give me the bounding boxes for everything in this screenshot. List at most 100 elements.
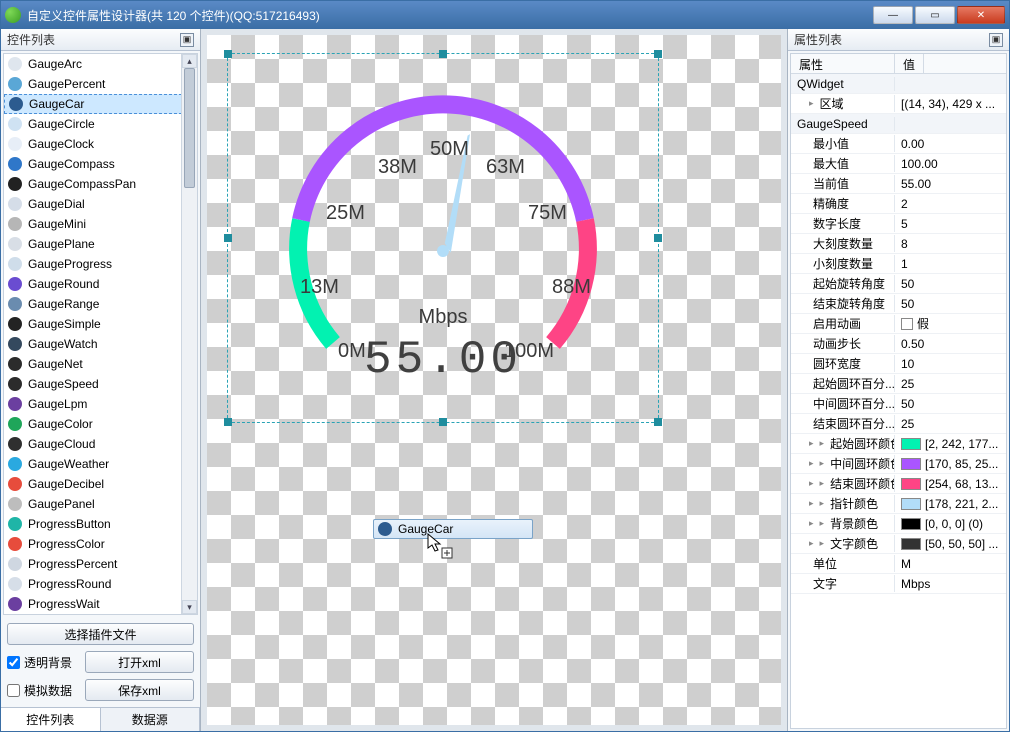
- widget-list[interactable]: GaugeArcGaugePercentGaugeCarGaugeCircleG…: [3, 53, 198, 615]
- list-item[interactable]: GaugeDecibel: [4, 474, 197, 494]
- list-item[interactable]: GaugeSpeed: [4, 374, 197, 394]
- list-item[interactable]: ProgressWait: [4, 594, 197, 614]
- property-row[interactable]: 结束旋转角度50: [791, 294, 1006, 314]
- property-row[interactable]: 启用动画假: [791, 314, 1006, 334]
- property-row[interactable]: 动画步长0.50: [791, 334, 1006, 354]
- maximize-button[interactable]: ▭: [915, 6, 955, 24]
- list-item[interactable]: GaugeCar: [4, 94, 197, 114]
- resize-handle[interactable]: [224, 50, 232, 58]
- section-gaugespeed[interactable]: GaugeSpeed: [791, 114, 1006, 134]
- property-value[interactable]: 2: [895, 197, 1006, 211]
- undock-icon[interactable]: ▣: [989, 33, 1003, 47]
- property-row[interactable]: ▸文字颜色[50, 50, 50] ...: [791, 534, 1006, 554]
- prop-region[interactable]: 区域 [(14, 34), 429 x ...: [791, 94, 1006, 114]
- property-row[interactable]: 当前值55.00: [791, 174, 1006, 194]
- resize-handle[interactable]: [439, 418, 447, 426]
- list-item[interactable]: GaugeMini: [4, 214, 197, 234]
- property-value[interactable]: 0.00: [895, 137, 1006, 151]
- property-row[interactable]: 精确度2: [791, 194, 1006, 214]
- list-item[interactable]: ProgressButton: [4, 514, 197, 534]
- property-value[interactable]: 55.00: [895, 177, 1006, 191]
- property-value[interactable]: 0.50: [895, 337, 1006, 351]
- property-row[interactable]: ▸起始圆环颜色[2, 242, 177...: [791, 434, 1006, 454]
- list-item[interactable]: GaugeProgress: [4, 254, 197, 274]
- property-value[interactable]: [178, 221, 2...: [895, 497, 1006, 511]
- list-item[interactable]: GaugeCircle: [4, 114, 197, 134]
- property-row[interactable]: ▸中间圆环颜色[170, 85, 25...: [791, 454, 1006, 474]
- property-grid[interactable]: 属性 值 QWidget 区域 [(14, 34), 429 x ... Gau…: [790, 53, 1007, 729]
- open-xml-button[interactable]: 打开xml: [85, 651, 194, 673]
- scroll-up-icon[interactable]: ▴: [182, 54, 197, 68]
- property-row[interactable]: 数字长度5: [791, 214, 1006, 234]
- scroll-thumb[interactable]: [184, 68, 195, 188]
- transparent-bg-checkbox[interactable]: 透明背景: [7, 654, 79, 671]
- property-row[interactable]: ▸背景颜色[0, 0, 0] (0): [791, 514, 1006, 534]
- property-row[interactable]: 单位M: [791, 554, 1006, 574]
- tab-datasource[interactable]: 数据源: [101, 708, 201, 731]
- list-item[interactable]: GaugePercent: [4, 74, 197, 94]
- list-item[interactable]: GaugeWatch: [4, 334, 197, 354]
- section-qwidget[interactable]: QWidget: [791, 74, 1006, 94]
- list-item[interactable]: ProgressPercent: [4, 554, 197, 574]
- property-value[interactable]: 假: [895, 315, 1006, 332]
- property-row[interactable]: 大刻度数量8: [791, 234, 1006, 254]
- list-item[interactable]: GaugeCloud: [4, 434, 197, 454]
- checkbox-icon[interactable]: [901, 318, 913, 330]
- list-item[interactable]: GaugePlane: [4, 234, 197, 254]
- property-value[interactable]: [2, 242, 177...: [895, 437, 1006, 451]
- list-item[interactable]: GaugeRound: [4, 274, 197, 294]
- close-button[interactable]: ✕: [957, 6, 1005, 24]
- save-xml-button[interactable]: 保存xml: [85, 679, 194, 701]
- list-item[interactable]: GaugeArc: [4, 54, 197, 74]
- property-row[interactable]: 最小值0.00: [791, 134, 1006, 154]
- list-item[interactable]: GaugeWeather: [4, 454, 197, 474]
- property-row[interactable]: 起始圆环百分...25: [791, 374, 1006, 394]
- list-item[interactable]: GaugeClock: [4, 134, 197, 154]
- property-row[interactable]: 圆环宽度10: [791, 354, 1006, 374]
- list-item[interactable]: GaugeColor: [4, 414, 197, 434]
- list-item[interactable]: GaugeDial: [4, 194, 197, 214]
- property-value[interactable]: [170, 85, 25...: [895, 457, 1006, 471]
- resize-handle[interactable]: [654, 234, 662, 242]
- transparent-bg-input[interactable]: [7, 656, 20, 669]
- property-value[interactable]: 5: [895, 217, 1006, 231]
- selected-widget-box[interactable]: 0M 13M 25M 38M 50M 63M 75M 88M 100M Mbps…: [227, 53, 659, 423]
- scrollbar[interactable]: ▴ ▾: [181, 54, 197, 614]
- property-row[interactable]: ▸指针颜色[178, 221, 2...: [791, 494, 1006, 514]
- property-value[interactable]: 25: [895, 417, 1006, 431]
- list-item[interactable]: GaugePanel: [4, 494, 197, 514]
- property-value[interactable]: 10: [895, 357, 1006, 371]
- resize-handle[interactable]: [439, 50, 447, 58]
- resize-handle[interactable]: [654, 418, 662, 426]
- titlebar[interactable]: 自定义控件属性设计器(共 120 个控件)(QQ:517216493) — ▭ …: [1, 1, 1009, 29]
- property-value[interactable]: [50, 50, 50] ...: [895, 537, 1006, 551]
- list-item[interactable]: GaugeLpm: [4, 394, 197, 414]
- simulate-data-input[interactable]: [7, 684, 20, 697]
- property-value[interactable]: 100.00: [895, 157, 1006, 171]
- property-row[interactable]: 起始旋转角度50: [791, 274, 1006, 294]
- property-value[interactable]: 50: [895, 277, 1006, 291]
- property-value[interactable]: 50: [895, 397, 1006, 411]
- property-row[interactable]: 结束圆环百分...25: [791, 414, 1006, 434]
- property-value[interactable]: [254, 68, 13...: [895, 477, 1006, 491]
- resize-handle[interactable]: [654, 50, 662, 58]
- property-row[interactable]: 小刻度数量1: [791, 254, 1006, 274]
- select-plugin-button[interactable]: 选择插件文件: [7, 623, 194, 645]
- list-item[interactable]: GaugeCompassPan: [4, 174, 197, 194]
- property-value[interactable]: 25: [895, 377, 1006, 391]
- tab-components[interactable]: 控件列表: [1, 708, 101, 731]
- undock-icon[interactable]: ▣: [180, 33, 194, 47]
- property-row[interactable]: 中间圆环百分...50: [791, 394, 1006, 414]
- property-value[interactable]: 50: [895, 297, 1006, 311]
- list-item[interactable]: GaugeCompass: [4, 154, 197, 174]
- list-item[interactable]: ProgressWater: [4, 614, 197, 615]
- simulate-data-checkbox[interactable]: 模拟数据: [7, 682, 79, 699]
- list-item[interactable]: ProgressRound: [4, 574, 197, 594]
- minimize-button[interactable]: —: [873, 6, 913, 24]
- property-value[interactable]: [0, 0, 0] (0): [895, 517, 1006, 531]
- list-item[interactable]: ProgressColor: [4, 534, 197, 554]
- list-item[interactable]: GaugeSimple: [4, 314, 197, 334]
- list-item[interactable]: GaugeNet: [4, 354, 197, 374]
- resize-handle[interactable]: [224, 234, 232, 242]
- property-row[interactable]: ▸结束圆环颜色[254, 68, 13...: [791, 474, 1006, 494]
